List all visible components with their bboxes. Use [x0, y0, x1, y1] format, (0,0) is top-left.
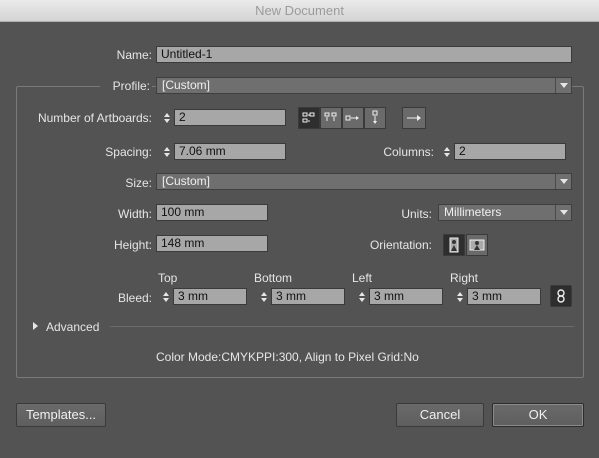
units-label: Units: [401, 207, 432, 221]
bleed-label: Bleed: [117, 291, 152, 305]
grid-by-column-icon[interactable] [320, 107, 342, 129]
chevron-down-icon [555, 174, 571, 189]
advanced-divider [110, 326, 574, 327]
artboards-label: Number of Artboards: [37, 111, 152, 125]
templates-button[interactable]: Templates... [16, 403, 106, 427]
up-arrow-icon [163, 146, 170, 151]
up-arrow-icon [456, 291, 463, 296]
up-arrow-icon [162, 291, 169, 296]
bleed-left-label: Left [352, 271, 373, 285]
down-arrow-icon [260, 297, 267, 302]
width-label: Width: [117, 207, 152, 221]
ok-button[interactable]: OK [492, 403, 584, 427]
bleed-top-stepper[interactable] [159, 288, 172, 305]
down-arrow-icon [163, 152, 170, 157]
disclosure-triangle-icon[interactable] [33, 322, 38, 330]
right-to-left-icon[interactable] [402, 107, 426, 129]
width-input[interactable]: 100 mm [156, 204, 268, 221]
bleed-bottom-stepper[interactable] [257, 288, 270, 305]
bleed-left-stepper[interactable] [355, 288, 368, 305]
columns-label: Columns: [383, 145, 434, 159]
size-dropdown[interactable]: [Custom] [156, 173, 572, 190]
profile-label: Profile: [100, 79, 152, 93]
artboards-input[interactable]: 2 [174, 109, 286, 126]
portrait-orientation-icon[interactable] [443, 234, 465, 256]
bleed-top-input[interactable]: 3 mm [173, 288, 247, 305]
height-input[interactable]: 148 mm [156, 235, 268, 252]
columns-input[interactable]: 2 [454, 143, 566, 160]
down-arrow-icon [162, 297, 169, 302]
cancel-button[interactable]: Cancel [396, 403, 484, 427]
name-input[interactable]: Untitled-1 [156, 46, 572, 63]
profile-value: [Custom] [162, 78, 211, 92]
spacing-stepper[interactable] [160, 143, 173, 160]
size-label: Size: [125, 176, 152, 190]
down-arrow-icon [163, 118, 170, 123]
up-arrow-icon [443, 146, 450, 151]
chevron-down-icon [555, 205, 571, 220]
up-arrow-icon [358, 291, 365, 296]
bleed-top-label: Top [158, 271, 178, 285]
bleed-right-stepper[interactable] [453, 288, 466, 305]
bleed-bottom-input[interactable]: 3 mm [271, 288, 345, 305]
down-arrow-icon [456, 297, 463, 302]
spacing-input[interactable]: 7.06 mm [174, 143, 286, 160]
up-arrow-icon [260, 291, 267, 296]
bleed-left-input[interactable]: 3 mm [369, 288, 443, 305]
arrange-by-column-icon[interactable] [364, 107, 386, 129]
up-arrow-icon [163, 112, 170, 117]
arrange-by-row-icon[interactable] [342, 107, 364, 129]
chain-link-icon[interactable] [550, 285, 572, 307]
advanced-toggle[interactable]: Advanced [46, 320, 99, 334]
window-title: New Document [0, 0, 599, 22]
document-summary: Color Mode:CMYKPPI:300, Align to Pixel G… [156, 350, 419, 364]
orientation-label: Orientation: [369, 238, 432, 252]
profile-dropdown[interactable]: [Custom] [156, 77, 572, 94]
bleed-right-input[interactable]: 3 mm [467, 288, 541, 305]
size-value: [Custom] [162, 174, 211, 188]
landscape-orientation-icon[interactable] [466, 234, 488, 256]
bleed-right-label: Right [450, 271, 479, 285]
units-dropdown[interactable]: Millimeters [438, 204, 572, 221]
height-label: Height: [113, 238, 152, 252]
grid-by-row-icon[interactable] [298, 107, 320, 129]
spacing-label: Spacing: [105, 145, 152, 159]
down-arrow-icon [443, 152, 450, 157]
name-label: Name: [116, 48, 152, 62]
artboards-stepper[interactable] [160, 109, 173, 126]
bleed-bottom-label: Bottom [254, 271, 293, 285]
columns-stepper[interactable] [440, 143, 453, 160]
profile-group [16, 86, 584, 378]
chevron-down-icon [555, 78, 571, 93]
units-value: Millimeters [444, 205, 502, 219]
down-arrow-icon [358, 297, 365, 302]
